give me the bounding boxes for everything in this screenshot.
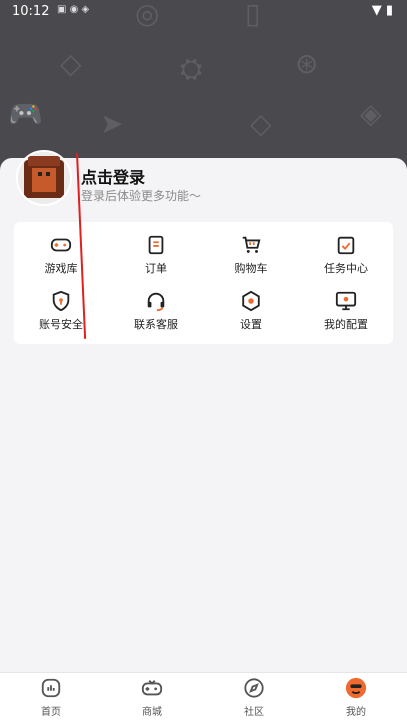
menu-item-label: 联系客服 bbox=[134, 318, 178, 331]
avatar-icon bbox=[24, 156, 64, 198]
bottom-tab-bar: 首页 商城 社区 我的 bbox=[0, 672, 407, 724]
signal-battery-icon: ▼ ▮ bbox=[371, 3, 393, 18]
header-background: 🎮 ◇ ◎ ⛭ ▯ ⊛ ◈ ➤ ◇ bbox=[0, 0, 407, 182]
profile-icon bbox=[345, 677, 367, 699]
menu-item-label: 账号安全 bbox=[39, 318, 83, 331]
menu-item-label: 购物车 bbox=[234, 262, 268, 275]
order-icon bbox=[148, 235, 164, 255]
vr-decoration-icon: ⛭ bbox=[180, 52, 203, 85]
login-subtitle: 登录后体验更多功能～ bbox=[81, 189, 202, 203]
menu-item-task-center[interactable]: 任务中心 bbox=[299, 234, 393, 284]
avatar[interactable] bbox=[16, 150, 72, 206]
headset-icon bbox=[147, 292, 165, 312]
status-bar: 10:12 ▣ ◉ ◈ ▼ ▮ bbox=[0, 0, 407, 22]
paper-plane-decoration-icon: ➤ bbox=[100, 107, 124, 140]
menu-item-my-config[interactable]: 我的配置 bbox=[299, 290, 393, 340]
menu-item-settings[interactable]: 设置 bbox=[204, 290, 298, 340]
tab-label: 我的 bbox=[346, 707, 366, 718]
task-icon bbox=[337, 236, 355, 255]
gamepad-decoration-icon: 🎮 bbox=[8, 97, 43, 130]
menu-item-label: 我的配置 bbox=[324, 318, 368, 331]
home-icon bbox=[41, 678, 61, 698]
tab-home[interactable]: 首页 bbox=[21, 677, 81, 718]
login-title[interactable]: 点击登录 bbox=[81, 164, 145, 188]
tab-label: 社区 bbox=[244, 707, 264, 718]
menu-card: 游戏库 订单 购物车 任务中心 账号安全 联系客服 设置 我的配置 bbox=[14, 222, 393, 344]
menu-item-orders[interactable]: 订单 bbox=[109, 234, 203, 284]
menu-item-label: 订单 bbox=[145, 262, 167, 275]
compass-icon bbox=[244, 678, 264, 698]
menu-item-label: 设置 bbox=[240, 318, 262, 331]
menu-item-cart[interactable]: 购物车 bbox=[204, 234, 298, 284]
cart-icon bbox=[242, 236, 261, 253]
gamepad-icon bbox=[50, 238, 72, 252]
tab-community[interactable]: 社区 bbox=[224, 677, 284, 718]
gear-icon bbox=[242, 290, 260, 312]
menu-item-customer-service[interactable]: 联系客服 bbox=[109, 290, 203, 340]
gamepad-icon bbox=[141, 680, 163, 696]
menu-item-label: 游戏库 bbox=[44, 262, 78, 275]
shield-icon bbox=[52, 290, 70, 312]
cube-decoration-icon: ◇ bbox=[250, 107, 272, 140]
tab-label: 商城 bbox=[142, 707, 162, 718]
monitor-icon bbox=[335, 291, 357, 311]
notification-icons: ▣ ◉ ◈ bbox=[57, 4, 90, 15]
tab-store[interactable]: 商城 bbox=[122, 677, 182, 718]
cube-decoration-icon: ◈ bbox=[360, 97, 382, 130]
cube-decoration-icon: ◇ bbox=[60, 47, 82, 80]
tab-profile[interactable]: 我的 bbox=[326, 677, 386, 718]
status-time: 10:12 bbox=[12, 4, 50, 19]
gamepad-decoration-icon: ⊛ bbox=[295, 47, 319, 80]
menu-item-label: 任务中心 bbox=[324, 262, 368, 275]
menu-item-game-library[interactable]: 游戏库 bbox=[14, 234, 108, 284]
menu-item-account-security[interactable]: 账号安全 bbox=[14, 290, 108, 340]
tab-label: 首页 bbox=[41, 707, 61, 718]
